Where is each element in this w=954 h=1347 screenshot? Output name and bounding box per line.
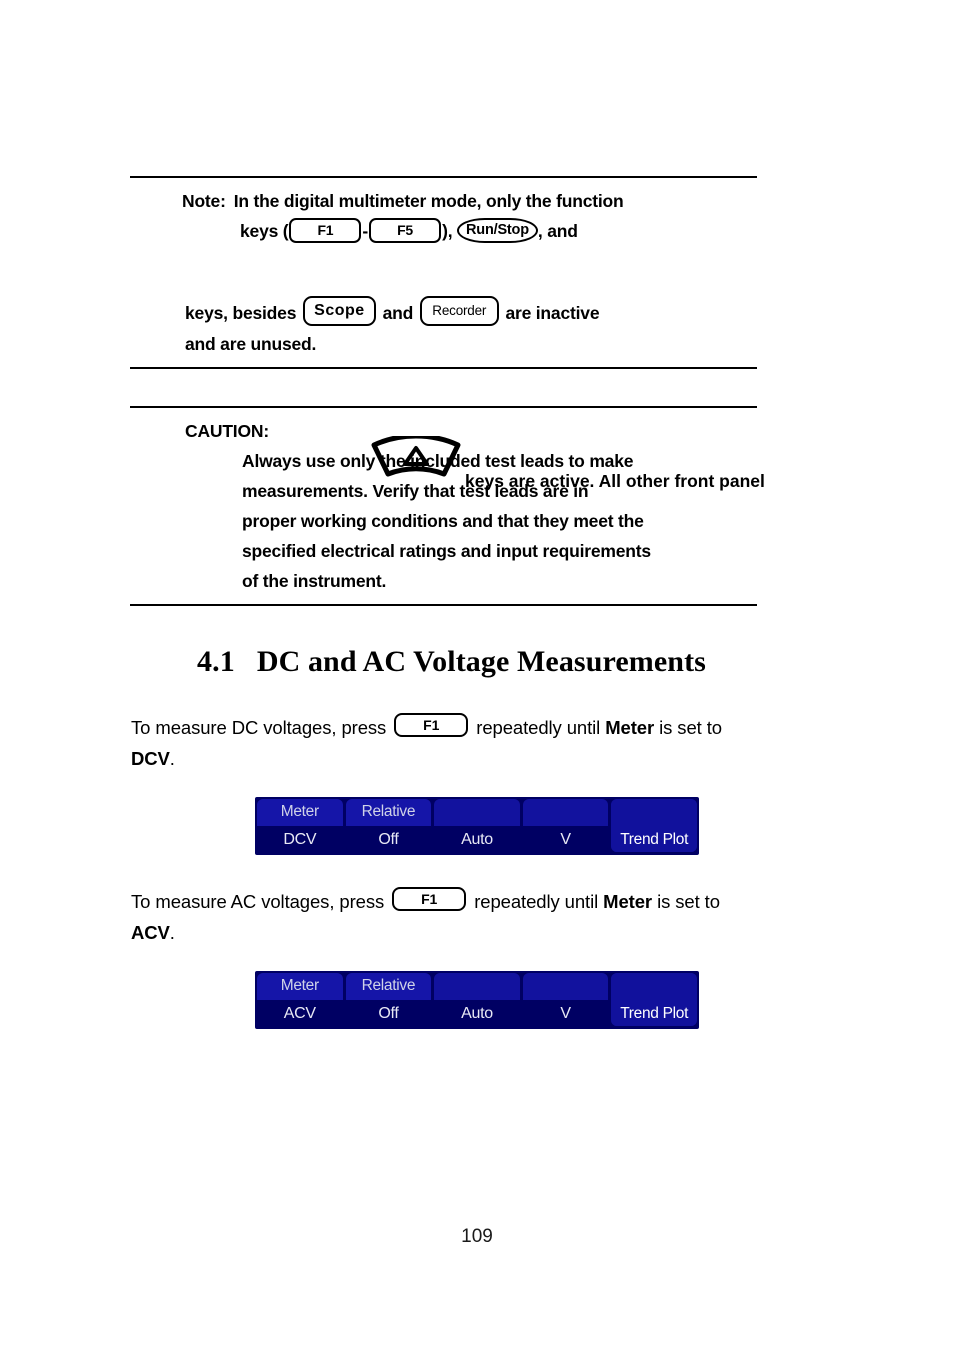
menu-cell-unit[interactable]: V bbox=[522, 973, 609, 1026]
menu-cell-top-label bbox=[434, 799, 520, 826]
f1-key-icon[interactable]: F1 bbox=[289, 217, 362, 243]
page-number: 109 bbox=[461, 1226, 493, 1247]
caution-callout: CAUTION: Always use only the included te… bbox=[130, 406, 757, 606]
ac-par-tail: is set to bbox=[657, 891, 720, 912]
menu-cell-unit[interactable]: V bbox=[522, 799, 609, 852]
menu-cell-top-label: Relative bbox=[345, 973, 432, 1000]
menu-cell-bottom-label: Off bbox=[345, 825, 432, 852]
caution-line: Always use only the included test leads … bbox=[242, 451, 634, 471]
note-callout: Note: In the digital multimeter mode, onl… bbox=[130, 176, 765, 491]
run-stop-key-icon[interactable]: Run/Stop bbox=[457, 217, 538, 243]
menu-cell-bottom-label: ACV bbox=[257, 999, 343, 1026]
note-line-4-suffix: are inactive bbox=[505, 303, 600, 323]
menu-cell-range[interactable]: Auto bbox=[434, 973, 520, 1026]
caution-line: proper working conditions and that they … bbox=[242, 511, 644, 531]
note-line-2-mid: ), bbox=[442, 221, 453, 241]
menu-cell-bottom-label: Trend Plot bbox=[611, 999, 697, 1026]
note-line-4-mid: and bbox=[382, 303, 414, 323]
menu-cell-bottom-label: Off bbox=[345, 999, 432, 1026]
recorder-key-icon[interactable]: Recorder bbox=[419, 296, 499, 327]
menu-cell-bottom-label: DCV bbox=[257, 825, 343, 852]
ac-measurement-paragraph: To measure AC voltages, press F1 repeate… bbox=[131, 886, 831, 948]
ac-par-before: To measure AC voltages, press bbox=[131, 891, 385, 912]
menu-cell-meter[interactable]: Meter ACV bbox=[257, 973, 343, 1026]
menu-cell-relative[interactable]: Relative Off bbox=[345, 799, 432, 852]
note-line-2-prefix: keys ( bbox=[240, 221, 289, 241]
menu-cell-top-label: Meter bbox=[257, 973, 343, 1000]
menu-cell-range[interactable]: Auto bbox=[434, 799, 520, 852]
note-line-2: keys (F1- F5), Run/Stop, and bbox=[130, 216, 757, 246]
ac-par-after: repeatedly until bbox=[474, 891, 599, 912]
dc-par-mode: DCV bbox=[131, 748, 170, 769]
menu-cell-top-label bbox=[522, 799, 609, 826]
menu-cell-bottom-label: V bbox=[522, 825, 609, 852]
note-line-4-prefix: keys, besides bbox=[185, 303, 297, 323]
note-line-1: Note: In the digital multimeter mode, onl… bbox=[130, 186, 757, 216]
dc-par-period: . bbox=[169, 748, 175, 769]
dc-measurement-paragraph: To measure DC voltages, press F1 repeate… bbox=[131, 712, 831, 774]
section-title: DC and AC Voltage Measurements bbox=[256, 645, 706, 678]
ac-par-mode: ACV bbox=[131, 922, 170, 943]
note-line-2-suffix: , and bbox=[537, 221, 578, 241]
caution-line: specified electrical ratings and input r… bbox=[242, 541, 651, 561]
ac-par-period: . bbox=[169, 922, 175, 943]
caution-line: of the instrument. bbox=[242, 571, 387, 591]
section-number: 4.1 bbox=[197, 645, 235, 678]
menu-cell-trend-plot[interactable]: Trend Plot bbox=[611, 799, 697, 852]
note-label: Note: bbox=[182, 191, 226, 211]
dc-par-meter-term: Meter bbox=[605, 717, 655, 738]
menu-cell-trend-plot[interactable]: Trend Plot bbox=[611, 973, 697, 1026]
f5-key-icon[interactable]: F5 bbox=[369, 217, 442, 243]
menu-cell-top-label: Meter bbox=[257, 799, 343, 826]
dc-par-after: repeatedly until bbox=[476, 717, 601, 738]
menu-cell-bottom-label: Auto bbox=[434, 825, 520, 852]
dcv-menu-bar-image: Meter DCV Relative Off Auto V Trend Plot bbox=[255, 797, 699, 855]
note-line-4: keys, besides Scope and Recorder are ina… bbox=[130, 296, 757, 329]
menu-cell-top-label bbox=[611, 973, 697, 1000]
f1-key-icon[interactable]: F1 bbox=[394, 713, 469, 738]
f1-key-icon[interactable]: F1 bbox=[392, 887, 467, 912]
section-heading: 4.1 DC and AC Voltage Measurements bbox=[197, 645, 706, 679]
menu-cell-top-label bbox=[611, 799, 697, 826]
menu-cell-meter[interactable]: Meter DCV bbox=[257, 799, 343, 852]
caution-line: measurements. Verify that test leads are… bbox=[242, 481, 589, 501]
dc-par-tail: is set to bbox=[659, 717, 722, 738]
ac-par-meter-term: Meter bbox=[603, 891, 653, 912]
document-page: Note: In the digital multimeter mode, onl… bbox=[0, 0, 954, 1347]
menu-cell-bottom-label: Auto bbox=[434, 999, 520, 1026]
dc-par-before: To measure DC voltages, press bbox=[131, 717, 387, 738]
menu-cell-top-label bbox=[434, 973, 520, 1000]
note-line-1-text: In the digital multimeter mode, only the… bbox=[233, 191, 624, 211]
acv-menu-bar-image: Meter ACV Relative Off Auto V Trend Plot bbox=[255, 971, 699, 1029]
caution-label: CAUTION: bbox=[185, 421, 269, 441]
menu-cell-bottom-label: Trend Plot bbox=[611, 825, 697, 852]
menu-cell-top-label: Relative bbox=[345, 799, 432, 826]
menu-cell-top-label bbox=[522, 973, 609, 1000]
scope-key-icon[interactable]: Scope bbox=[302, 296, 376, 327]
menu-cell-relative[interactable]: Relative Off bbox=[345, 973, 432, 1026]
note-line-2-dash: - bbox=[362, 221, 369, 241]
menu-cell-bottom-label: V bbox=[522, 999, 609, 1026]
note-line-5: and are unused. bbox=[185, 334, 317, 355]
